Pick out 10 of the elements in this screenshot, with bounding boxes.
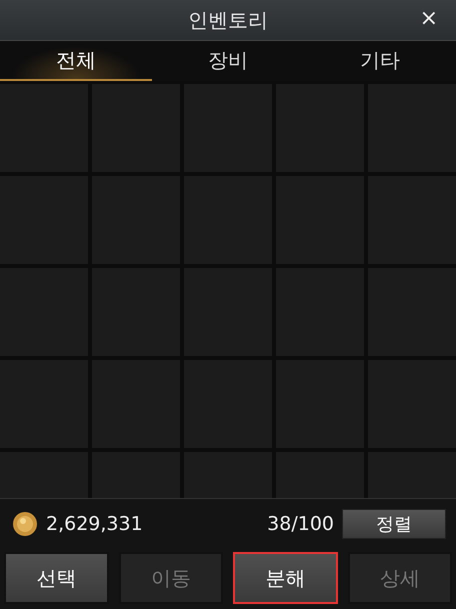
- capacity-count: 38/100: [267, 513, 334, 535]
- sort-button[interactable]: 정렬: [342, 509, 446, 539]
- action-button[interactable]: 선택: [4, 552, 108, 604]
- close-button[interactable]: ×: [416, 6, 442, 31]
- window-title: 인벤토리: [188, 6, 268, 34]
- tab[interactable]: 기타: [304, 41, 456, 81]
- tab[interactable]: 장비: [152, 41, 304, 81]
- currency-amount: 2,629,331: [46, 513, 144, 535]
- action-button[interactable]: 분해: [233, 552, 338, 604]
- coin-icon: [12, 511, 38, 537]
